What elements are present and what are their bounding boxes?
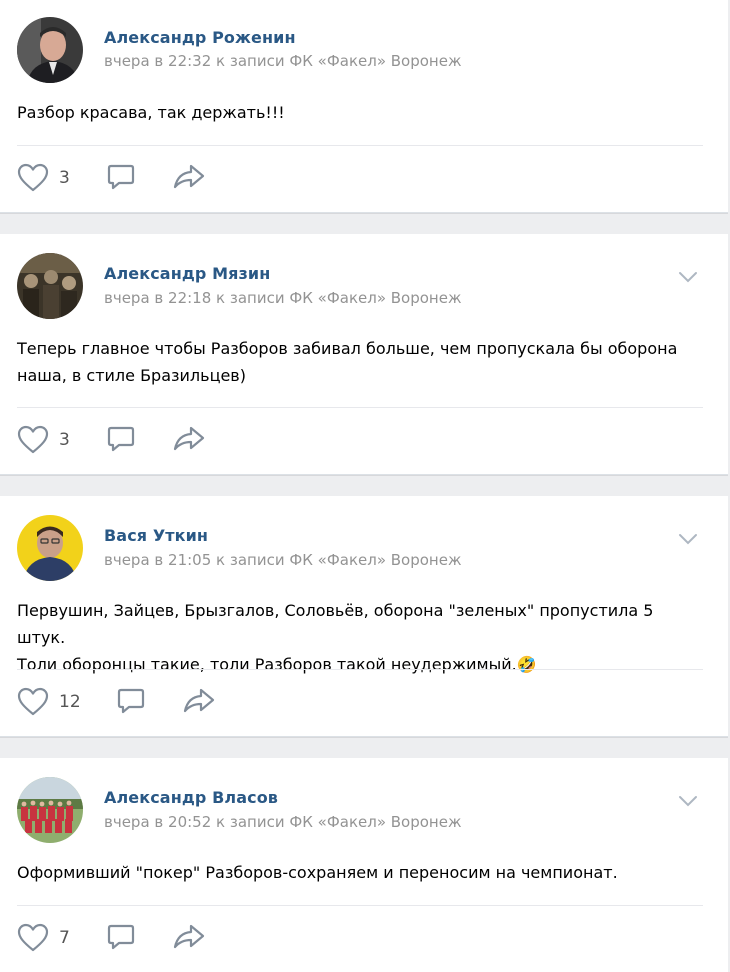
- chevron-down-icon[interactable]: [678, 533, 698, 545]
- share-button[interactable]: [183, 687, 215, 715]
- like-count: 7: [59, 928, 70, 948]
- reply-button[interactable]: [107, 923, 135, 951]
- comment-card: Александр Мязин вчера в 22:18 к записи Ф…: [0, 234, 728, 475]
- share-button[interactable]: [173, 425, 205, 453]
- comment-text: Теперь главное чтобы Разборов забивал бо…: [17, 335, 688, 389]
- comment-icon: [117, 688, 145, 714]
- divider: [17, 669, 703, 670]
- author-name[interactable]: Александр Мязин: [104, 264, 270, 283]
- like-button[interactable]: 12: [17, 687, 81, 717]
- comment-text-line: наша, в стиле Бразильцев): [17, 366, 246, 385]
- author-name[interactable]: Вася Уткин: [104, 526, 208, 545]
- reply-button[interactable]: [117, 687, 145, 715]
- heart-icon: [17, 163, 49, 192]
- comment-text-line: Теперь главное чтобы Разборов забивал бо…: [17, 339, 678, 358]
- avatar[interactable]: [17, 515, 83, 581]
- comment-text-fragment: Толи оборонцы такие, толи Разборов такой…: [17, 655, 517, 674]
- share-arrow-icon: [183, 688, 215, 713]
- divider: [17, 905, 703, 906]
- author-name[interactable]: Александр Власов: [104, 788, 278, 807]
- comment-icon: [107, 924, 135, 950]
- like-button[interactable]: 3: [17, 163, 70, 193]
- man-in-suit-photo-icon: [17, 17, 83, 83]
- avatar[interactable]: [17, 253, 83, 319]
- rofl-emoji-icon: 🤣: [516, 655, 537, 674]
- comment-text-line: Оформивший "покер" Разборов-сохраняем и …: [17, 863, 618, 882]
- comment-text: Оформивший "покер" Разборов-сохраняем и …: [17, 859, 688, 886]
- comment-card: Александр Власов вчера в 20:52 к записи …: [0, 758, 728, 972]
- like-button[interactable]: 7: [17, 923, 70, 953]
- comment-meta[interactable]: вчера в 20:52 к записи ФК «Факел» Вороне…: [104, 813, 461, 831]
- like-count: 12: [59, 692, 81, 712]
- divider: [17, 407, 703, 408]
- like-button[interactable]: 3: [17, 425, 70, 455]
- divider: [17, 145, 703, 146]
- comment-text: Разбор красава, так держать!!!: [17, 99, 688, 126]
- comment-meta[interactable]: вчера в 21:05 к записи ФК «Факел» Вороне…: [104, 551, 461, 569]
- comment-card: Александр Роженин вчера в 22:32 к записи…: [0, 0, 728, 213]
- reply-button[interactable]: [107, 163, 135, 191]
- share-button[interactable]: [173, 163, 205, 191]
- comment-text-line: Толи оборонцы такие, толи Разборов такой…: [17, 651, 688, 678]
- avatar[interactable]: [17, 777, 83, 843]
- man-on-yellow-photo-icon: [17, 515, 83, 581]
- like-count: 3: [59, 430, 70, 450]
- heart-icon: [17, 425, 49, 454]
- like-count: 3: [59, 168, 70, 188]
- share-arrow-icon: [173, 426, 205, 451]
- chevron-down-icon[interactable]: [678, 271, 698, 283]
- reply-button[interactable]: [107, 425, 135, 453]
- comment-text-line: Разбор красава, так держать!!!: [17, 103, 285, 122]
- comment-text: Первушин, Зайцев, Брызгалов, Соловьёв, о…: [17, 597, 688, 678]
- share-button[interactable]: [173, 923, 205, 951]
- comment-meta[interactable]: вчера в 22:32 к записи ФК «Факел» Вороне…: [104, 52, 461, 70]
- sepia-group-photo-icon: [17, 253, 83, 319]
- share-arrow-icon: [173, 924, 205, 949]
- heart-icon: [17, 923, 49, 952]
- comment-card: Вася Уткин вчера в 21:05 к записи ФК «Фа…: [0, 496, 728, 737]
- comment-icon: [107, 426, 135, 452]
- comment-icon: [107, 164, 135, 190]
- comments-feed: Александр Роженин вчера в 22:32 к записи…: [0, 0, 730, 972]
- comment-text-line: Первушин, Зайцев, Брызгалов, Соловьёв, о…: [17, 601, 654, 647]
- share-arrow-icon: [173, 164, 205, 189]
- author-name[interactable]: Александр Роженин: [104, 28, 296, 47]
- football-team-photo-icon: [17, 777, 83, 843]
- avatar[interactable]: [17, 17, 83, 83]
- comment-meta[interactable]: вчера в 22:18 к записи ФК «Факел» Вороне…: [104, 289, 461, 307]
- chevron-down-icon[interactable]: [678, 795, 698, 807]
- heart-icon: [17, 687, 49, 716]
